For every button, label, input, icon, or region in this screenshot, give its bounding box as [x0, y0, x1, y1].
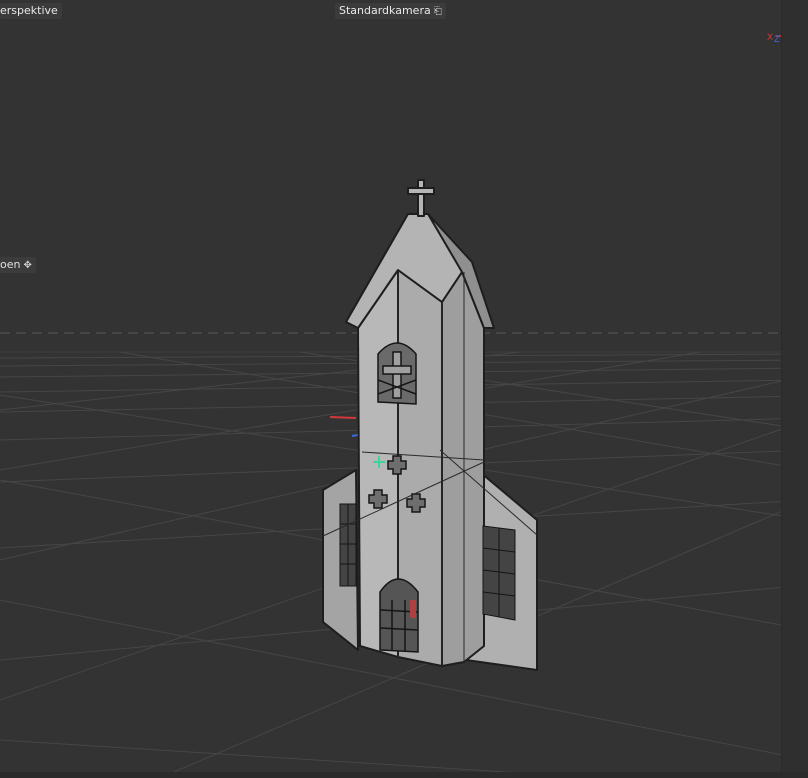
right-wing-windows [482, 525, 516, 621]
viewport-right-edge [781, 0, 808, 778]
camera-menu[interactable]: Standardkamera ⎗ [335, 3, 446, 19]
axis-z-label: Z [774, 34, 780, 44]
camera-link-icon[interactable]: ⎗ [434, 4, 442, 20]
left-wing-windows [339, 503, 357, 587]
church-door [379, 578, 419, 653]
tower-side [441, 271, 485, 667]
scene-canvas[interactable]: Y X Z [0, 0, 808, 778]
side-handle-label[interactable]: oen ✥ [0, 257, 36, 273]
move-arrows-icon[interactable]: ✥ [23, 260, 31, 271]
stained-glass-window [377, 342, 417, 405]
viewport-bottom-edge [0, 772, 808, 778]
view-mode-menu[interactable]: erspektive [0, 3, 62, 19]
view-mode-label: erspektive [0, 4, 58, 17]
viewport-3d[interactable]: Y X Z erspektive Standardkamera⎗ oen✥ [0, 0, 808, 778]
axis-x-label: X [767, 32, 773, 42]
side-handle-text: oen [0, 258, 21, 271]
camera-name: Standardkamera [339, 4, 431, 17]
top-cross [407, 179, 435, 217]
